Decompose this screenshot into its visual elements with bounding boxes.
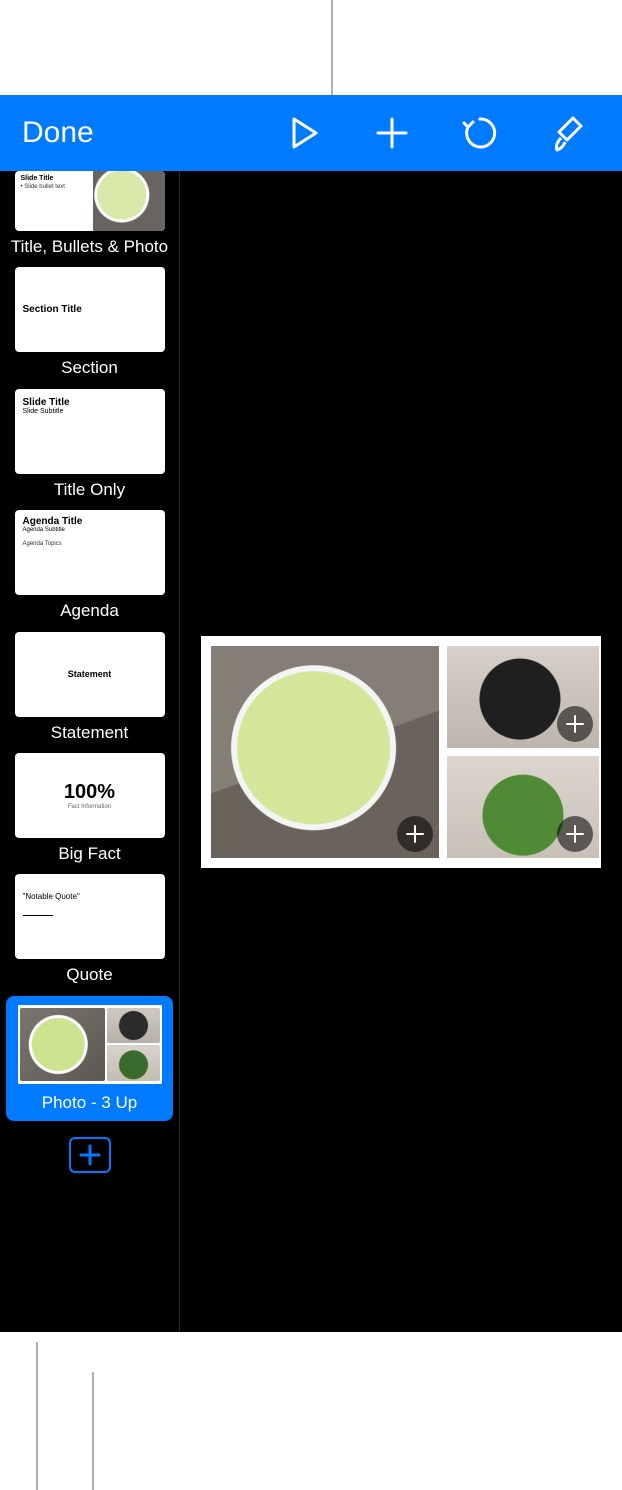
slide-template-quote[interactable]: "Notable Quote" Quote [10, 874, 169, 985]
slide-thumbnail: Statement [15, 632, 165, 717]
slide-canvas[interactable] [180, 171, 622, 1332]
slide-template-photo-3up[interactable]: Photo - 3 Up [6, 996, 173, 1121]
thumb-heading: Agenda Title [23, 516, 157, 527]
replace-media-button[interactable] [557, 706, 593, 742]
photo-placeholder-3[interactable] [447, 756, 599, 858]
slide-template-big-fact[interactable]: 100% Fact Information Big Fact [10, 753, 169, 864]
plus-icon [565, 824, 585, 844]
callout-line-bottom-center [92, 1372, 94, 1490]
format-button[interactable] [524, 95, 612, 171]
thumb-photo-1 [20, 1008, 106, 1081]
thumb-photo-3 [107, 1045, 159, 1081]
thumb-heading: Section Title [23, 304, 157, 315]
slide-template-label: Photo - 3 Up [42, 1093, 137, 1113]
thumb-heading: Statement [68, 669, 112, 679]
thumb-body: Fact Information [68, 804, 111, 810]
slide-thumbnail: "Notable Quote" [15, 874, 165, 959]
thumb-image [93, 171, 165, 231]
thumb-heading: "Notable Quote" [23, 892, 157, 901]
thumb-heading: Slide Title [21, 175, 87, 182]
replace-media-button[interactable] [397, 816, 433, 852]
play-button[interactable] [260, 95, 348, 171]
done-button[interactable]: Done [10, 116, 106, 150]
thumb-photo-2 [107, 1008, 159, 1044]
thumb-body: Agenda Topics [23, 541, 157, 547]
toolbar: Done [0, 95, 622, 171]
photo-placeholder-2[interactable] [447, 646, 599, 748]
play-icon [290, 117, 318, 149]
slide-template-statement[interactable]: Statement Statement [10, 632, 169, 743]
thumb-heading: 100% [64, 781, 115, 804]
thumb-sub: Slide Subtitle [23, 408, 157, 415]
keynote-editor: Done Slide Title • Slide bullet text [0, 95, 622, 1332]
undo-icon [462, 115, 498, 151]
slide-template-label: Title Only [54, 480, 125, 500]
slide-template-label: Section [61, 358, 118, 378]
plus-icon [375, 116, 409, 150]
slide-photo-3up[interactable] [201, 636, 601, 868]
slide-template-label: Statement [51, 723, 129, 743]
thumb-body: • Slide bullet text [21, 184, 87, 190]
plus-icon [79, 1144, 101, 1166]
slide-template-section[interactable]: Section Title Section [10, 267, 169, 378]
plus-icon [405, 824, 425, 844]
thumb-sub: Agenda Subtitle [23, 527, 157, 533]
slide-thumbnail: Slide Title • Slide bullet text [15, 171, 165, 231]
slide-template-agenda[interactable]: Agenda Title Agenda Subtitle Agenda Topi… [10, 510, 169, 621]
slide-template-title-bullets-photo[interactable]: Slide Title • Slide bullet text Title, B… [10, 171, 169, 257]
slide-template-label: Big Fact [58, 844, 120, 864]
callout-line-top [331, 0, 333, 95]
undo-button[interactable] [436, 95, 524, 171]
slide-thumbnail: Section Title [15, 267, 165, 352]
callout-line-bottom-left [36, 1342, 38, 1490]
slide-template-label: Title, Bullets & Photo [11, 237, 168, 257]
insert-button[interactable] [348, 95, 436, 171]
paintbrush-icon [551, 114, 585, 152]
slide-template-label: Quote [66, 965, 112, 985]
slide-template-title-only[interactable]: Slide Title Slide Subtitle Title Only [10, 389, 169, 500]
add-slide-button[interactable] [69, 1137, 111, 1173]
slide-thumbnail: 100% Fact Information [15, 753, 165, 838]
slide-thumbnail: Slide Title Slide Subtitle [15, 389, 165, 474]
slide-thumbnail: Agenda Title Agenda Subtitle Agenda Topi… [15, 510, 165, 595]
thumb-attribution-line [23, 915, 53, 916]
workspace: Slide Title • Slide bullet text Title, B… [0, 171, 622, 1332]
thumb-heading: Slide Title [23, 397, 157, 408]
slide-navigator[interactable]: Slide Title • Slide bullet text Title, B… [0, 171, 180, 1332]
photo-placeholder-1[interactable] [211, 646, 439, 858]
plus-icon [565, 714, 585, 734]
replace-media-button[interactable] [557, 816, 593, 852]
slide-thumbnail [15, 1002, 165, 1087]
slide-template-label: Agenda [60, 601, 119, 621]
